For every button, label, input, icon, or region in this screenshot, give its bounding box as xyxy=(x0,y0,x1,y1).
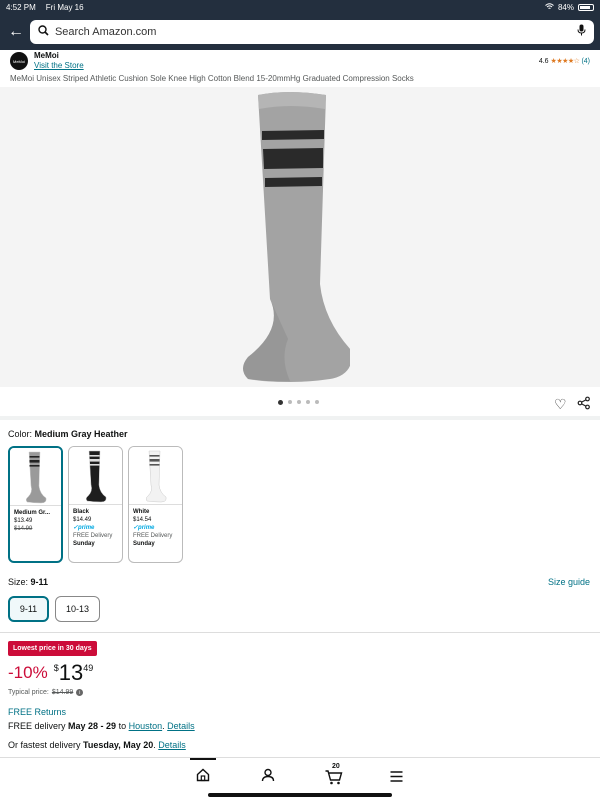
price-fraction: 49 xyxy=(83,663,94,673)
search-bar[interactable] xyxy=(29,20,594,44)
size-option-9-11[interactable]: 9-11 xyxy=(8,596,49,622)
account-icon[interactable] xyxy=(261,768,275,787)
store-logo[interactable]: MeMoi xyxy=(10,52,28,70)
swatch-price: $13.49 xyxy=(14,518,33,524)
delivery-to: to xyxy=(118,721,127,731)
fastest-delivery: Or fastest delivery Tuesday, May 20. Det… xyxy=(8,740,186,750)
rating-value: 4.6 xyxy=(538,57,549,65)
fastest-details-link[interactable]: Details xyxy=(158,740,186,750)
deal-badge: Lowest price in 30 days xyxy=(8,641,97,656)
swatch-delivery-day: Sunday xyxy=(73,541,95,547)
back-arrow-icon[interactable]: ← xyxy=(6,23,26,41)
swatch-price: $14.54 xyxy=(133,517,152,523)
status-time: 4:52 PM xyxy=(6,2,36,12)
delivery-location-link[interactable]: Houston xyxy=(129,721,163,731)
swatch-delivery-day: Sunday xyxy=(133,541,155,547)
share-icon[interactable] xyxy=(577,396,591,415)
status-date: Fri May 16 xyxy=(45,2,84,12)
fastest-prefix: Or fastest delivery xyxy=(8,740,81,750)
sock-image xyxy=(243,92,350,382)
active-tab-indicator xyxy=(190,758,216,760)
size-selected-value: 9-11 xyxy=(30,577,49,587)
prime-badge: ✓prime xyxy=(73,525,95,531)
cart-icon[interactable]: 20 xyxy=(325,763,343,790)
delivery-details-link[interactable]: Details xyxy=(167,721,195,731)
carousel-dot[interactable] xyxy=(315,400,319,404)
fastest-date: Tuesday, May 20 xyxy=(83,740,154,750)
typical-price-label: Typical price: xyxy=(8,689,49,696)
section-divider xyxy=(0,416,600,420)
color-swatches: Medium Gr... $13.49 $14.99 Black $14.49 … xyxy=(8,446,183,563)
color-label-text: Color: xyxy=(8,429,33,439)
carousel-dots[interactable] xyxy=(278,399,319,405)
visit-store-link[interactable]: Visit the Store xyxy=(34,61,84,71)
carousel-dot[interactable] xyxy=(297,400,301,404)
search-input[interactable] xyxy=(54,26,577,38)
battery-percent: 84% xyxy=(557,2,574,12)
carousel-dot[interactable] xyxy=(288,400,292,404)
color-swatch-white[interactable]: White $14.54 ✓prime FREE Delivery Sunday xyxy=(128,446,183,563)
swatch-thumbnail xyxy=(10,448,61,506)
wifi-icon xyxy=(545,2,554,12)
home-indicator[interactable] xyxy=(208,793,392,797)
price-row: -10% $ 13 49 xyxy=(8,660,93,686)
color-label: Color: Medium Gray Heather xyxy=(8,429,128,439)
size-label: Size: 9-11 xyxy=(8,577,48,587)
cart-count: 20 xyxy=(332,763,340,770)
size-guide-link[interactable]: Size guide xyxy=(548,577,590,587)
size-label-text: Size: xyxy=(8,577,29,587)
discount-percent: -10% xyxy=(8,663,48,682)
swatch-name: Black xyxy=(73,509,90,515)
search-header: ← xyxy=(0,14,600,50)
rating[interactable]: 4.6 ★★★★☆ (4) xyxy=(538,57,590,66)
delivery-info: FREE delivery May 28 - 29 to Houston. De… xyxy=(8,721,195,731)
typical-price: Typical price: $14.99 i xyxy=(8,689,84,696)
swatch-thumbnail xyxy=(129,447,182,505)
free-returns-link[interactable]: FREE Returns xyxy=(8,707,66,717)
color-swatch-black[interactable]: Black $14.49 ✓prime FREE Delivery Sunday xyxy=(68,446,123,563)
star-rating-icon: ★★★★☆ xyxy=(550,58,580,65)
color-swatch-medium-gray[interactable]: Medium Gr... $13.49 $14.99 xyxy=(8,446,63,563)
typical-price-value: $14.99 xyxy=(51,689,74,696)
color-selected-value: Medium Gray Heather xyxy=(34,429,128,439)
delivery-period: . xyxy=(162,721,165,731)
carousel-dot[interactable] xyxy=(306,400,310,404)
product-title: MeMoi Unisex Striped Athletic Cushion So… xyxy=(10,74,414,83)
home-icon[interactable] xyxy=(196,768,210,787)
section-divider xyxy=(0,632,600,633)
store-row: MeMoi MeMoi Visit the Store 4.6 ★★★★☆ (4… xyxy=(0,50,600,72)
swatch-name: White xyxy=(133,509,150,515)
swatch-name: Medium Gr... xyxy=(14,510,51,516)
carousel-controls: ♡ xyxy=(0,394,600,414)
size-option-10-13[interactable]: 10-13 xyxy=(55,596,100,622)
heart-icon[interactable]: ♡ xyxy=(554,396,567,413)
store-name: MeMoi xyxy=(34,51,59,60)
delivery-prefix: FREE delivery xyxy=(8,721,66,731)
price-whole: 13 xyxy=(58,660,84,685)
swatch-delivery: FREE Delivery xyxy=(133,533,173,539)
product-image[interactable] xyxy=(0,87,600,387)
swatch-delivery: FREE Delivery xyxy=(73,533,113,539)
prime-badge: ✓prime xyxy=(133,525,155,531)
swatch-thumbnail xyxy=(69,447,122,505)
fastest-period: . xyxy=(153,740,156,750)
menu-icon[interactable] xyxy=(390,769,403,787)
battery-icon xyxy=(578,3,594,11)
delivery-dates: May 28 - 29 xyxy=(68,721,117,731)
search-icon xyxy=(38,23,49,41)
info-icon[interactable]: i xyxy=(76,689,84,696)
swatch-price: $14.49 xyxy=(73,517,92,523)
carousel-dot[interactable] xyxy=(278,399,283,405)
rating-count: (4) xyxy=(581,57,590,65)
swatch-list-price: $14.99 xyxy=(14,526,33,532)
microphone-icon[interactable] xyxy=(577,23,586,41)
status-bar: 4:52 PM Fri May 16 84% xyxy=(0,0,600,14)
